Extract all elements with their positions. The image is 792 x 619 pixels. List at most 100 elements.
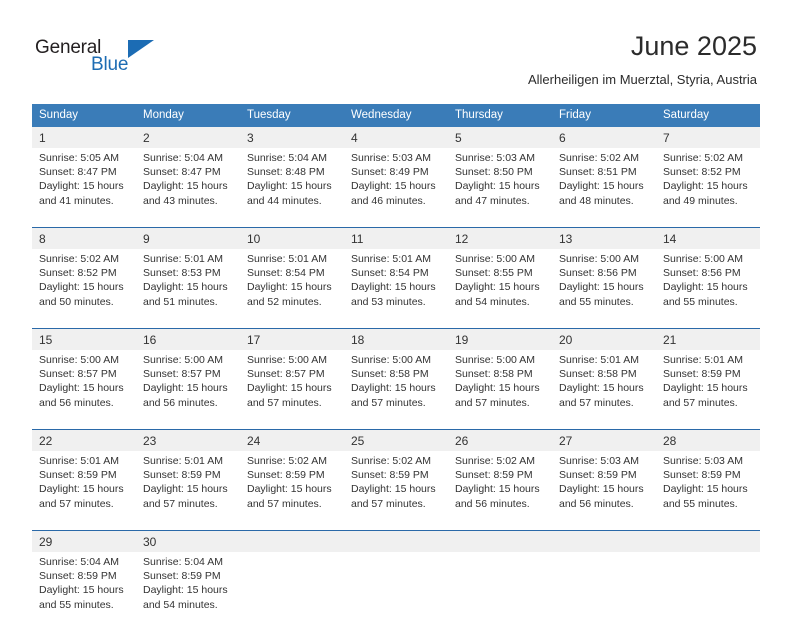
sunrise-line: Sunrise: 5:04 AM: [143, 152, 223, 164]
daylight-line-2: and 47 minutes.: [455, 194, 530, 207]
logo-text-blue: Blue: [91, 54, 129, 75]
daylight-line-1: Daylight: 15 hours: [559, 483, 644, 496]
daylight-line-1: Daylight: 15 hours: [351, 180, 436, 193]
day-number-30[interactable]: 30: [136, 530, 240, 552]
sunset-line: Sunset: 8:59 PM: [143, 570, 221, 583]
day-number-empty: [552, 530, 656, 552]
sunset-line: Sunset: 8:56 PM: [559, 267, 637, 280]
week-separator: [32, 518, 760, 531]
daylight-line-1: Daylight: 15 hours: [559, 382, 644, 395]
daylight-line-2: and 56 minutes.: [455, 497, 530, 510]
day-number-22[interactable]: 22: [32, 429, 136, 451]
daylight-line-1: Daylight: 15 hours: [455, 382, 540, 395]
daylight-line-1: Daylight: 15 hours: [39, 382, 124, 395]
day-number-14[interactable]: 14: [656, 227, 760, 249]
daylight-line-1: Daylight: 15 hours: [663, 180, 748, 193]
calendar-table: Sunday Monday Tuesday Wednesday Thursday Frid…: [32, 104, 760, 619]
sunset-line: Sunset: 8:55 PM: [455, 267, 533, 280]
page-header: General Blue June 2025 Allerheiligen im …: [0, 0, 792, 104]
daylight-line-1: Daylight: 15 hours: [247, 382, 332, 395]
day-number-9[interactable]: 9: [136, 227, 240, 249]
day-details-8: Sunrise: 5:02 AM Sunset: 8:52 PM Daylight:…: [32, 249, 136, 316]
day-details-15: Sunrise: 5:00 AM Sunset: 8:57 PM Daylight:…: [32, 350, 136, 417]
day-number-18[interactable]: 18: [344, 328, 448, 350]
daylight-line-1: Daylight: 15 hours: [455, 180, 540, 193]
day-number-16[interactable]: 16: [136, 328, 240, 350]
day-number-8[interactable]: 8: [32, 227, 136, 249]
daylight-line-1: Daylight: 15 hours: [143, 180, 228, 193]
sunrise-line: Sunrise: 5:01 AM: [247, 253, 327, 265]
day-details-12: Sunrise: 5:00 AM Sunset: 8:55 PM Daylight:…: [448, 249, 552, 316]
daylight-line-1: Daylight: 15 hours: [143, 281, 228, 294]
day-details-19: Sunrise: 5:00 AM Sunset: 8:58 PM Daylight:…: [448, 350, 552, 417]
day-number-20[interactable]: 20: [552, 328, 656, 350]
daylight-line-2: and 55 minutes.: [559, 295, 634, 308]
sunrise-line: Sunrise: 5:03 AM: [455, 152, 535, 164]
daylight-line-2: and 50 minutes.: [39, 295, 114, 308]
daylight-line-1: Daylight: 15 hours: [351, 281, 436, 294]
day-number-5[interactable]: 5: [448, 127, 552, 148]
page-title: June 2025: [630, 31, 757, 61]
day-number-19[interactable]: 19: [448, 328, 552, 350]
logo-triangle-icon: [128, 40, 154, 58]
day-number-27[interactable]: 27: [552, 429, 656, 451]
daylight-line-2: and 54 minutes.: [455, 295, 530, 308]
day-details-29: Sunrise: 5:04 AM Sunset: 8:59 PM Daylight:…: [32, 552, 136, 619]
daylight-line-1: Daylight: 15 hours: [39, 584, 124, 597]
day-number-24[interactable]: 24: [240, 429, 344, 451]
week-daynumber-row: 15 16 17 18 19 20 21: [32, 328, 760, 350]
weekday-header-tuesday: Tuesday: [240, 104, 344, 127]
sunrise-line: Sunrise: 5:02 AM: [247, 455, 327, 467]
sunset-line: Sunset: 8:59 PM: [455, 469, 533, 482]
sunset-line: Sunset: 8:57 PM: [247, 368, 325, 381]
title-block: June 2025 Allerheiligen im Muerztal, Sty…: [528, 30, 757, 88]
day-number-13[interactable]: 13: [552, 227, 656, 249]
week-separator: [32, 316, 760, 329]
day-details-20: Sunrise: 5:01 AM Sunset: 8:58 PM Daylight:…: [552, 350, 656, 417]
day-number-29[interactable]: 29: [32, 530, 136, 552]
day-number-6[interactable]: 6: [552, 127, 656, 148]
daylight-line-1: Daylight: 15 hours: [247, 483, 332, 496]
day-number-25[interactable]: 25: [344, 429, 448, 451]
calendar-body: 1 2 3 4 5 6 7 Sunrise: 5:05 AM Sunset: 8:47 PM Da…: [32, 127, 760, 619]
week-daynumber-row: 29 30: [32, 530, 760, 552]
daylight-line-2: and 55 minutes.: [663, 295, 738, 308]
daylight-line-1: Daylight: 15 hours: [663, 281, 748, 294]
day-number-17[interactable]: 17: [240, 328, 344, 350]
weekday-header-sunday: Sunday: [32, 104, 136, 127]
day-details-24: Sunrise: 5:02 AM Sunset: 8:59 PM Daylight:…: [240, 451, 344, 518]
day-details-14: Sunrise: 5:00 AM Sunset: 8:56 PM Daylight:…: [656, 249, 760, 316]
day-number-28[interactable]: 28: [656, 429, 760, 451]
sunset-line: Sunset: 8:52 PM: [39, 267, 117, 280]
daylight-line-1: Daylight: 15 hours: [663, 382, 748, 395]
day-number-12[interactable]: 12: [448, 227, 552, 249]
daylight-line-1: Daylight: 15 hours: [559, 180, 644, 193]
day-number-23[interactable]: 23: [136, 429, 240, 451]
day-number-10[interactable]: 10: [240, 227, 344, 249]
day-details-10: Sunrise: 5:01 AM Sunset: 8:54 PM Daylight:…: [240, 249, 344, 316]
sunrise-line: Sunrise: 5:01 AM: [39, 455, 119, 467]
week-daynumber-row: 1234567: [32, 127, 760, 148]
day-number-4[interactable]: 4: [344, 127, 448, 148]
day-number-15[interactable]: 15: [32, 328, 136, 350]
sunset-line: Sunset: 8:53 PM: [143, 267, 221, 280]
sunrise-line: Sunrise: 5:03 AM: [663, 455, 743, 467]
week-separator-rule: [32, 316, 760, 329]
day-number-21[interactable]: 21: [656, 328, 760, 350]
sunrise-line: Sunrise: 5:01 AM: [143, 253, 223, 265]
day-number-26[interactable]: 26: [448, 429, 552, 451]
day-number-empty: [240, 530, 344, 552]
day-number-3[interactable]: 3: [240, 127, 344, 148]
daylight-line-2: and 57 minutes.: [351, 497, 426, 510]
day-number-7[interactable]: 7: [656, 127, 760, 148]
daylight-line-2: and 57 minutes.: [247, 396, 322, 409]
daylight-line-1: Daylight: 15 hours: [247, 180, 332, 193]
day-number-11[interactable]: 11: [344, 227, 448, 249]
sunset-line: Sunset: 8:59 PM: [143, 469, 221, 482]
sunrise-line: Sunrise: 5:05 AM: [39, 152, 119, 164]
day-number-2[interactable]: 2: [136, 127, 240, 148]
day-number-1[interactable]: 1: [32, 127, 136, 148]
weekday-header-monday: Monday: [136, 104, 240, 127]
sunset-line: Sunset: 8:54 PM: [247, 267, 325, 280]
daylight-line-2: and 44 minutes.: [247, 194, 322, 207]
